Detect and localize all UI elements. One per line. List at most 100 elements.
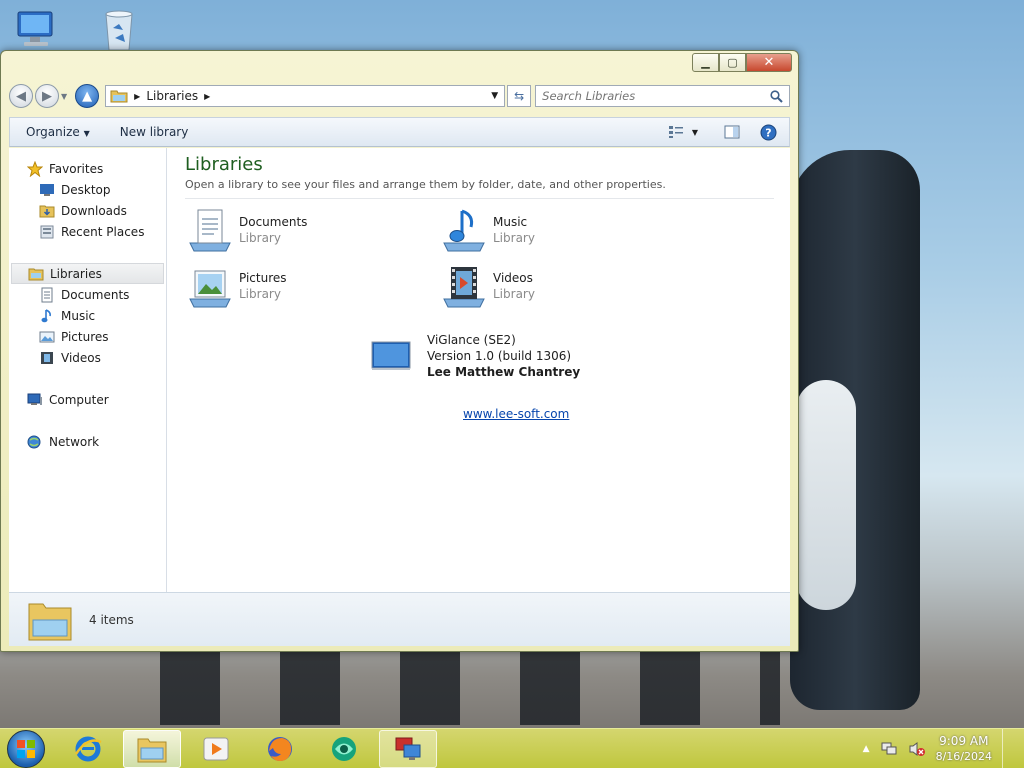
videos-icon [439,263,489,309]
maximize-button[interactable]: ▢ [719,53,746,72]
nav-videos[interactable]: Videos [9,347,166,368]
about-product: ViGlance (SE2) [427,333,516,347]
library-type: Library [493,287,535,301]
libraries-folder-icon [28,603,72,640]
library-documents[interactable]: Documents Library [185,207,439,253]
videos-icon [39,350,55,366]
library-type: Library [239,287,281,301]
taskbar-firefox[interactable] [251,730,309,768]
taskbar-app[interactable] [315,730,373,768]
about-author: Lee Matthew Chantrey [427,365,581,379]
nav-favorites[interactable]: Favorites [9,158,166,179]
nav-downloads[interactable]: Downloads [9,200,166,221]
star-icon [27,160,43,177]
minimize-button[interactable]: ▁ [692,53,719,72]
taskbar-internet-explorer[interactable] [59,730,117,768]
search-input[interactable] [542,89,743,103]
breadcrumb-libraries[interactable]: Libraries [146,89,198,103]
breadcrumb-arrow-icon[interactable]: ▶ [204,92,210,101]
back-button[interactable]: ◀ [9,84,33,108]
computer-icon [27,392,43,408]
start-button[interactable] [7,729,45,768]
wallpaper-penguin-belly [796,380,856,610]
nav-music[interactable]: Music [9,305,166,326]
desktop-recycle-bin-icon[interactable] [96,6,142,52]
documents-icon [185,207,235,253]
nav-network[interactable]: Network [9,431,166,452]
nav-recent-places-label: Recent Places [61,224,145,239]
item-count: 4 items [89,612,134,627]
nav-recent-places[interactable]: Recent Places [9,221,166,242]
caption-buttons: ▁ ▢ ✕ [692,53,792,72]
nav-desktop-label: Desktop [61,182,111,197]
help-icon[interactable]: ? [760,124,777,141]
organize-button[interactable]: Organize ▼ [10,125,100,139]
nav-libraries[interactable]: Libraries [11,263,164,284]
pictures-icon [39,329,55,345]
nav-computer[interactable]: Computer [9,389,166,410]
clock[interactable]: 9:09 AM 8/16/2024 [936,734,992,764]
library-music[interactable]: Music Library [439,207,693,253]
new-library-label: New library [119,125,189,139]
website-link[interactable]: www.lee-soft.com [463,407,569,421]
address-dropdown-icon[interactable]: ▼ [491,91,498,101]
chevron-down-icon: ▼ [83,129,90,138]
nav-documents[interactable]: Documents [9,284,166,305]
up-button[interactable]: ▲ [75,84,100,108]
taskbar: ▲ 9:09 AM 8/16/2024 [0,728,1024,768]
desktop-computer-icon[interactable] [14,6,60,52]
refresh-button[interactable]: ⇆ [507,85,532,107]
nav-music-label: Music [61,308,96,323]
search-icon [770,89,783,103]
close-button[interactable]: ✕ [746,53,792,72]
network-status-icon[interactable] [880,741,898,757]
volume-muted-icon[interactable] [908,741,926,757]
preview-pane-icon[interactable] [724,125,740,139]
libraries-folder-icon [110,90,128,103]
recent-pages-icon[interactable]: ▼ [61,92,67,101]
taskbar-remote-desktop[interactable] [379,729,437,768]
clock-date: 8/16/2024 [935,749,992,763]
nav-favorites-label: Favorites [49,161,104,176]
nav-desktop[interactable]: Desktop [9,179,166,200]
back-arrow-icon: ◀ [16,88,26,104]
taskbar-media-player[interactable] [187,730,245,768]
taskbar-windows-explorer[interactable] [123,729,181,768]
library-videos[interactable]: Videos Library [439,263,693,309]
address-bar: ◀ ▶ ▼ ▲ ▶ Libraries ▶ ▼ ⇆ [9,81,790,111]
forward-button[interactable]: ▶ [35,84,59,108]
media-player-icon [203,737,229,760]
address-input[interactable]: ▶ Libraries ▶ ▼ [105,85,506,107]
monitor-icon [371,341,411,370]
breadcrumb-arrow-icon[interactable]: ▶ [134,92,140,101]
show-desktop-button[interactable] [1002,728,1014,768]
library-type: Library [239,231,281,245]
forward-arrow-icon: ▶ [42,88,52,104]
nav-libraries-label: Libraries [50,266,102,281]
nav-videos-label: Videos [61,350,101,365]
details-pane: 4 items [9,592,790,646]
nav-computer-label: Computer [49,392,109,407]
new-library-button[interactable]: New library [100,125,199,139]
library-name: Documents [239,215,308,229]
library-pictures[interactable]: Pictures Library [185,263,439,309]
internet-explorer-icon [74,736,102,761]
network-icon [27,434,43,450]
svg-text:?: ? [765,126,771,139]
up-arrow-icon: ▲ [82,88,93,104]
library-type: Library [493,231,535,245]
organize-label: Organize [26,125,80,139]
change-view-button[interactable]: ▼ [668,125,698,139]
nav-pictures[interactable]: Pictures [9,326,166,347]
content-area: Favorites Desktop Downloads Recent Place… [9,148,790,592]
file-list: Libraries Open a library to see your fil… [167,148,790,592]
nav-documents-label: Documents [61,287,130,302]
about-version: Version 1.0 (build 1306) [427,349,572,363]
view-dropdown-icon: ▼ [691,127,698,137]
about-panel: ViGlance (SE2) Version 1.0 (build 1306) … [371,332,580,380]
system-tray: ▲ 9:09 AM 8/16/2024 [863,728,1024,768]
show-hidden-icons-icon[interactable]: ▲ [863,744,870,754]
search-box[interactable] [535,85,790,107]
view-options-icon [668,126,683,138]
close-icon: ✕ [763,55,775,70]
